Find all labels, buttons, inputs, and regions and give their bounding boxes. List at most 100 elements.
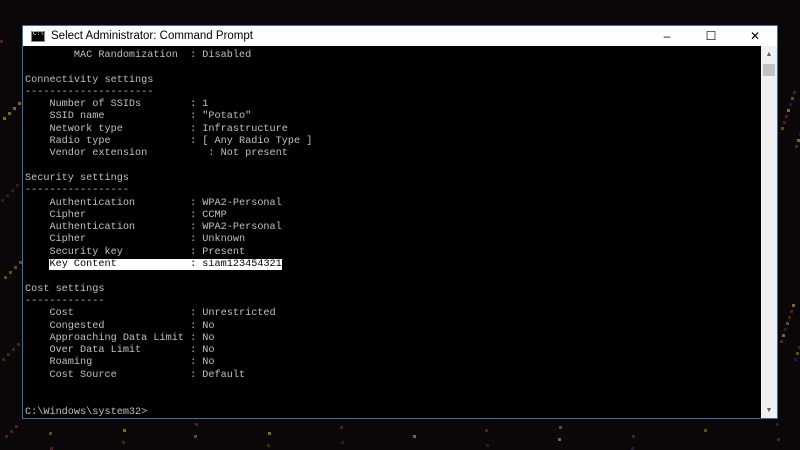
close-button[interactable]: ✕ [733,26,777,46]
console-line: Security key : Present [25,246,246,258]
background-speck [788,316,791,319]
background-speck [16,184,19,187]
background-speck [11,189,14,192]
background-speck [17,343,20,346]
background-speck [268,432,271,435]
window-title: Select Administrator: Command Prompt [51,30,253,42]
console-line: Approaching Data Limit : No [25,332,215,344]
background-speck [792,304,795,307]
console-line: Cost settings [25,283,105,295]
background-speck [791,97,794,100]
background-speck [13,107,16,110]
background-speck [2,358,5,361]
background-speck [559,426,562,429]
background-speck [795,145,798,148]
background-speck [632,435,635,438]
console-line: Connectivity settings [25,74,154,86]
background-speck [5,435,8,438]
console-output[interactable]: MAC Randomization : Disabled Connectivity… [23,46,763,418]
minimize-icon: – [663,29,671,43]
background-speck [704,429,707,432]
background-speck [485,429,488,432]
background-speck [12,348,15,351]
background-speck [4,276,7,279]
background-speck [194,435,197,438]
background-speck [195,423,198,426]
console-line: Cost Source : Default [25,369,246,381]
background-speck [267,444,270,447]
console-line: Vendor extension : Not present [25,148,288,160]
background-speck [0,40,3,43]
console-line: Authentication : WPA2-Personal [25,222,282,234]
console-line: --------------------- [25,86,154,98]
background-speck [783,121,786,124]
console-line: Roaming : No [25,357,215,369]
background-speck [558,438,561,441]
vertical-scrollbar[interactable]: ▲ ▼ [761,46,777,418]
background-speck [780,340,783,343]
console-line: SSID name : "Potato" [25,111,252,123]
console-line: ------------- [25,295,105,307]
background-speck [3,117,6,120]
background-speck [15,425,18,428]
background-speck [786,322,789,325]
console-line: Authentication : WPA2-Personal [25,197,282,209]
console-line: Cipher : Unknown [25,234,246,246]
background-speck [796,352,799,355]
title-bar[interactable]: Select Administrator: Command Prompt – ☐… [23,26,777,46]
background-speck [340,426,343,429]
background-speck [123,429,126,432]
background-speck [18,102,21,105]
background-speck [6,194,9,197]
background-speck [785,115,788,118]
command-prompt-window: Select Administrator: Command Prompt – ☐… [22,25,778,419]
console-line: Cost : Unrestricted [25,308,276,320]
scroll-up-arrow-icon[interactable]: ▲ [761,46,777,62]
background-speck [777,438,780,441]
maximize-button[interactable]: ☐ [689,26,733,46]
background-speck [413,435,416,438]
background-speck [122,441,125,444]
background-speck [9,271,12,274]
background-speck [787,109,790,112]
console-line: Key Content : siam123454321 [25,259,763,271]
console-line: Over Data Limit : No [25,345,215,357]
close-icon: ✕ [749,29,761,43]
background-speck [8,112,11,115]
background-speck [784,328,787,331]
background-speck [14,266,17,269]
background-speck [1,199,4,202]
background-speck [49,432,52,435]
background-speck [793,91,796,94]
console-line: Security settings [25,172,129,184]
background-speck [10,430,13,433]
background-speck [341,441,344,444]
scrollbar-thumb[interactable] [763,64,775,76]
console-line: MAC Randomization : Disabled [25,50,252,61]
maximize-icon: ☐ [705,29,717,43]
background-speck [794,358,797,361]
console-line: Network type : Infrastructure [25,123,288,135]
selected-text-highlight[interactable]: Key Content : siam123454321 [49,259,282,271]
console-line: Cipher : CCMP [25,209,227,221]
background-speck [776,423,779,426]
minimize-button[interactable]: – [645,26,689,46]
console-line: ----------------- [25,185,129,197]
background-speck [781,127,784,130]
cmd-app-icon[interactable] [31,30,45,42]
background-speck [7,353,10,356]
command-prompt-line: C:\Windows\system32> [25,406,148,418]
background-speck [486,444,489,447]
console-line: Radio type : [ Any Radio Type ] [25,136,313,148]
scroll-down-arrow-icon[interactable]: ▼ [761,402,777,418]
background-speck [782,334,785,337]
console-line: Congested : No [25,320,215,332]
console-line: Number of SSIDs : 1 [25,99,209,111]
background-speck [790,310,793,313]
background-speck [789,103,792,106]
